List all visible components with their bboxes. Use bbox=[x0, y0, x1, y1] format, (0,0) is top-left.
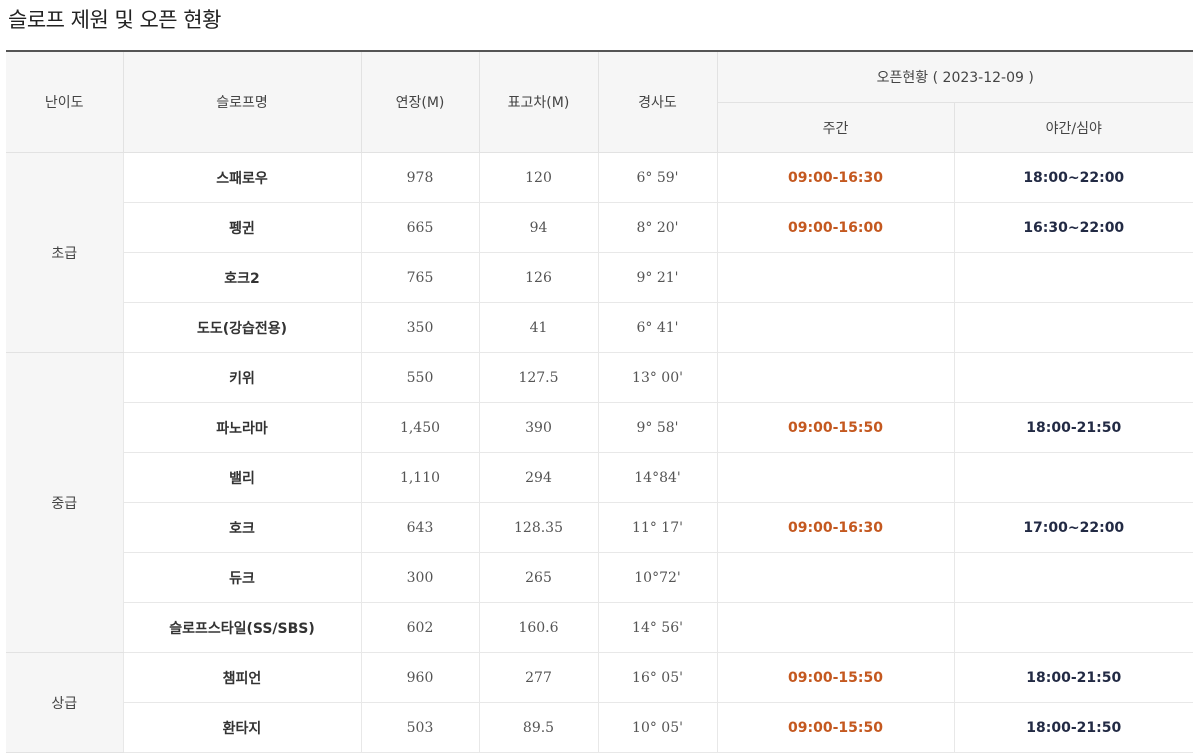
length-cell: 300 bbox=[361, 552, 480, 603]
night-hours-cell: 18:00~22:00 bbox=[954, 152, 1193, 203]
night-hours-cell bbox=[954, 552, 1193, 603]
table-row: 호크 643 128.35 11° 17' 09:00-16:30 17:00~22:00 bbox=[6, 502, 1193, 553]
day-hours-cell bbox=[717, 352, 955, 403]
gradient-cell: 14° 56' bbox=[598, 602, 718, 653]
table-row: 환타지 503 89.5 10° 05' 09:00-15:50 18:00-21:50 bbox=[6, 702, 1193, 753]
day-hours-cell bbox=[717, 252, 955, 303]
header-open-status: 오픈현황 ( 2023-12-09 ) bbox=[717, 50, 1193, 103]
length-cell: 602 bbox=[361, 602, 480, 653]
gradient-cell: 6° 41' bbox=[598, 302, 718, 353]
elevation-cell: 294 bbox=[479, 452, 599, 503]
day-hours-cell: 09:00-16:30 bbox=[717, 502, 955, 553]
gradient-cell: 13° 00' bbox=[598, 352, 718, 403]
elevation-cell: 390 bbox=[479, 402, 599, 453]
gradient-cell: 16° 05' bbox=[598, 652, 718, 703]
table-row: 도도(강습전용) 350 41 6° 41' bbox=[6, 302, 1193, 353]
gradient-cell: 6° 59' bbox=[598, 152, 718, 203]
length-cell: 960 bbox=[361, 652, 480, 703]
elevation-cell: 160.6 bbox=[479, 602, 599, 653]
night-hours-cell bbox=[954, 302, 1193, 353]
gradient-cell: 14°84' bbox=[598, 452, 718, 503]
day-hours-cell bbox=[717, 452, 955, 503]
table-row: 슬로프스타일(SS/SBS) 602 160.6 14° 56' bbox=[6, 602, 1193, 653]
night-hours-cell: 18:00-21:50 bbox=[954, 652, 1193, 703]
header-difficulty: 난이도 bbox=[6, 50, 124, 153]
page-title: 슬로프 제원 및 오픈 현황 bbox=[8, 8, 221, 32]
day-hours-cell: 09:00-15:50 bbox=[717, 652, 955, 703]
slope-name-cell: 도도(강습전용) bbox=[123, 302, 362, 353]
table-row: 중급 키위 550 127.5 13° 00' bbox=[6, 352, 1193, 653]
elevation-cell: 94 bbox=[479, 202, 599, 253]
length-cell: 503 bbox=[361, 702, 480, 753]
slope-name-cell: 환타지 bbox=[123, 702, 362, 753]
day-hours-cell bbox=[717, 602, 955, 653]
gradient-cell: 10° 05' bbox=[598, 702, 718, 753]
header-gradient: 경사도 bbox=[598, 50, 718, 153]
slope-name-cell: 키위 bbox=[123, 352, 362, 403]
slope-name-cell: 펭귄 bbox=[123, 202, 362, 253]
table-row: 파노라마 1,450 390 9° 58' 09:00-15:50 18:00-21:50 bbox=[6, 402, 1193, 453]
slope-name-cell: 호크 bbox=[123, 502, 362, 553]
slope-name-cell: 호크2 bbox=[123, 252, 362, 303]
table-row: 밸리 1,110 294 14°84' bbox=[6, 452, 1193, 503]
elevation-cell: 126 bbox=[479, 252, 599, 303]
length-cell: 643 bbox=[361, 502, 480, 553]
elevation-cell: 89.5 bbox=[479, 702, 599, 753]
length-cell: 978 bbox=[361, 152, 480, 203]
gradient-cell: 11° 17' bbox=[598, 502, 718, 553]
night-hours-cell bbox=[954, 352, 1193, 403]
header-slope-name: 슬로프명 bbox=[123, 50, 362, 153]
slope-name-cell: 밸리 bbox=[123, 452, 362, 503]
night-hours-cell: 17:00~22:00 bbox=[954, 502, 1193, 553]
night-hours-cell bbox=[954, 602, 1193, 653]
length-cell: 1,110 bbox=[361, 452, 480, 503]
table-row: 호크2 765 126 9° 21' bbox=[6, 252, 1193, 303]
slope-name-cell: 슬로프스타일(SS/SBS) bbox=[123, 602, 362, 653]
day-hours-cell: 09:00-16:30 bbox=[717, 152, 955, 203]
night-hours-cell bbox=[954, 452, 1193, 503]
header-night: 야간/심야 bbox=[954, 102, 1193, 153]
gradient-cell: 8° 20' bbox=[598, 202, 718, 253]
header-day: 주간 bbox=[717, 102, 955, 153]
length-cell: 765 bbox=[361, 252, 480, 303]
elevation-cell: 127.5 bbox=[479, 352, 599, 403]
table-row: 상급 챔피언 960 277 16° 05' 09:00-15:50 18:00-21:50 bbox=[6, 652, 1193, 753]
length-cell: 665 bbox=[361, 202, 480, 253]
table-row: 펭귄 665 94 8° 20' 09:00-16:00 16:30~22:00 bbox=[6, 202, 1193, 253]
header-length: 연장(M) bbox=[361, 50, 480, 153]
gradient-cell: 9° 58' bbox=[598, 402, 718, 453]
slope-name-cell: 파노라마 bbox=[123, 402, 362, 453]
elevation-cell: 128.35 bbox=[479, 502, 599, 553]
slope-name-cell: 챔피언 bbox=[123, 652, 362, 703]
elevation-cell: 277 bbox=[479, 652, 599, 703]
day-hours-cell bbox=[717, 302, 955, 353]
elevation-cell: 120 bbox=[479, 152, 599, 203]
day-hours-cell: 09:00-15:50 bbox=[717, 402, 955, 453]
gradient-cell: 10°72' bbox=[598, 552, 718, 603]
slope-name-cell: 듀크 bbox=[123, 552, 362, 603]
slope-status-table: 난이도 슬로프명 연장(M) 표고차(M) 경사도 오픈현황 ( 2023-12… bbox=[6, 50, 1193, 753]
night-hours-cell: 18:00-21:50 bbox=[954, 702, 1193, 753]
elevation-cell: 265 bbox=[479, 552, 599, 603]
length-cell: 550 bbox=[361, 352, 480, 403]
difficulty-cell: 중급 bbox=[6, 352, 124, 653]
table-row: 듀크 300 265 10°72' bbox=[6, 552, 1193, 603]
night-hours-cell: 16:30~22:00 bbox=[954, 202, 1193, 253]
slope-name-cell: 스패로우 bbox=[123, 152, 362, 203]
night-hours-cell: 18:00-21:50 bbox=[954, 402, 1193, 453]
difficulty-cell: 초급 bbox=[6, 152, 124, 353]
gradient-cell: 9° 21' bbox=[598, 252, 718, 303]
day-hours-cell: 09:00-16:00 bbox=[717, 202, 955, 253]
table-body: 초급 스패로우 978 120 6° 59' 09:00-16:30 18:00~22:00… bbox=[6, 152, 1193, 753]
day-hours-cell bbox=[717, 552, 955, 603]
day-hours-cell: 09:00-15:50 bbox=[717, 702, 955, 753]
length-cell: 350 bbox=[361, 302, 480, 353]
night-hours-cell bbox=[954, 252, 1193, 303]
elevation-cell: 41 bbox=[479, 302, 599, 353]
table-row: 초급 스패로우 978 120 6° 59' 09:00-16:30 18:00~22:00 bbox=[6, 152, 1193, 353]
length-cell: 1,450 bbox=[361, 402, 480, 453]
header-elevation: 표고차(M) bbox=[479, 50, 599, 153]
